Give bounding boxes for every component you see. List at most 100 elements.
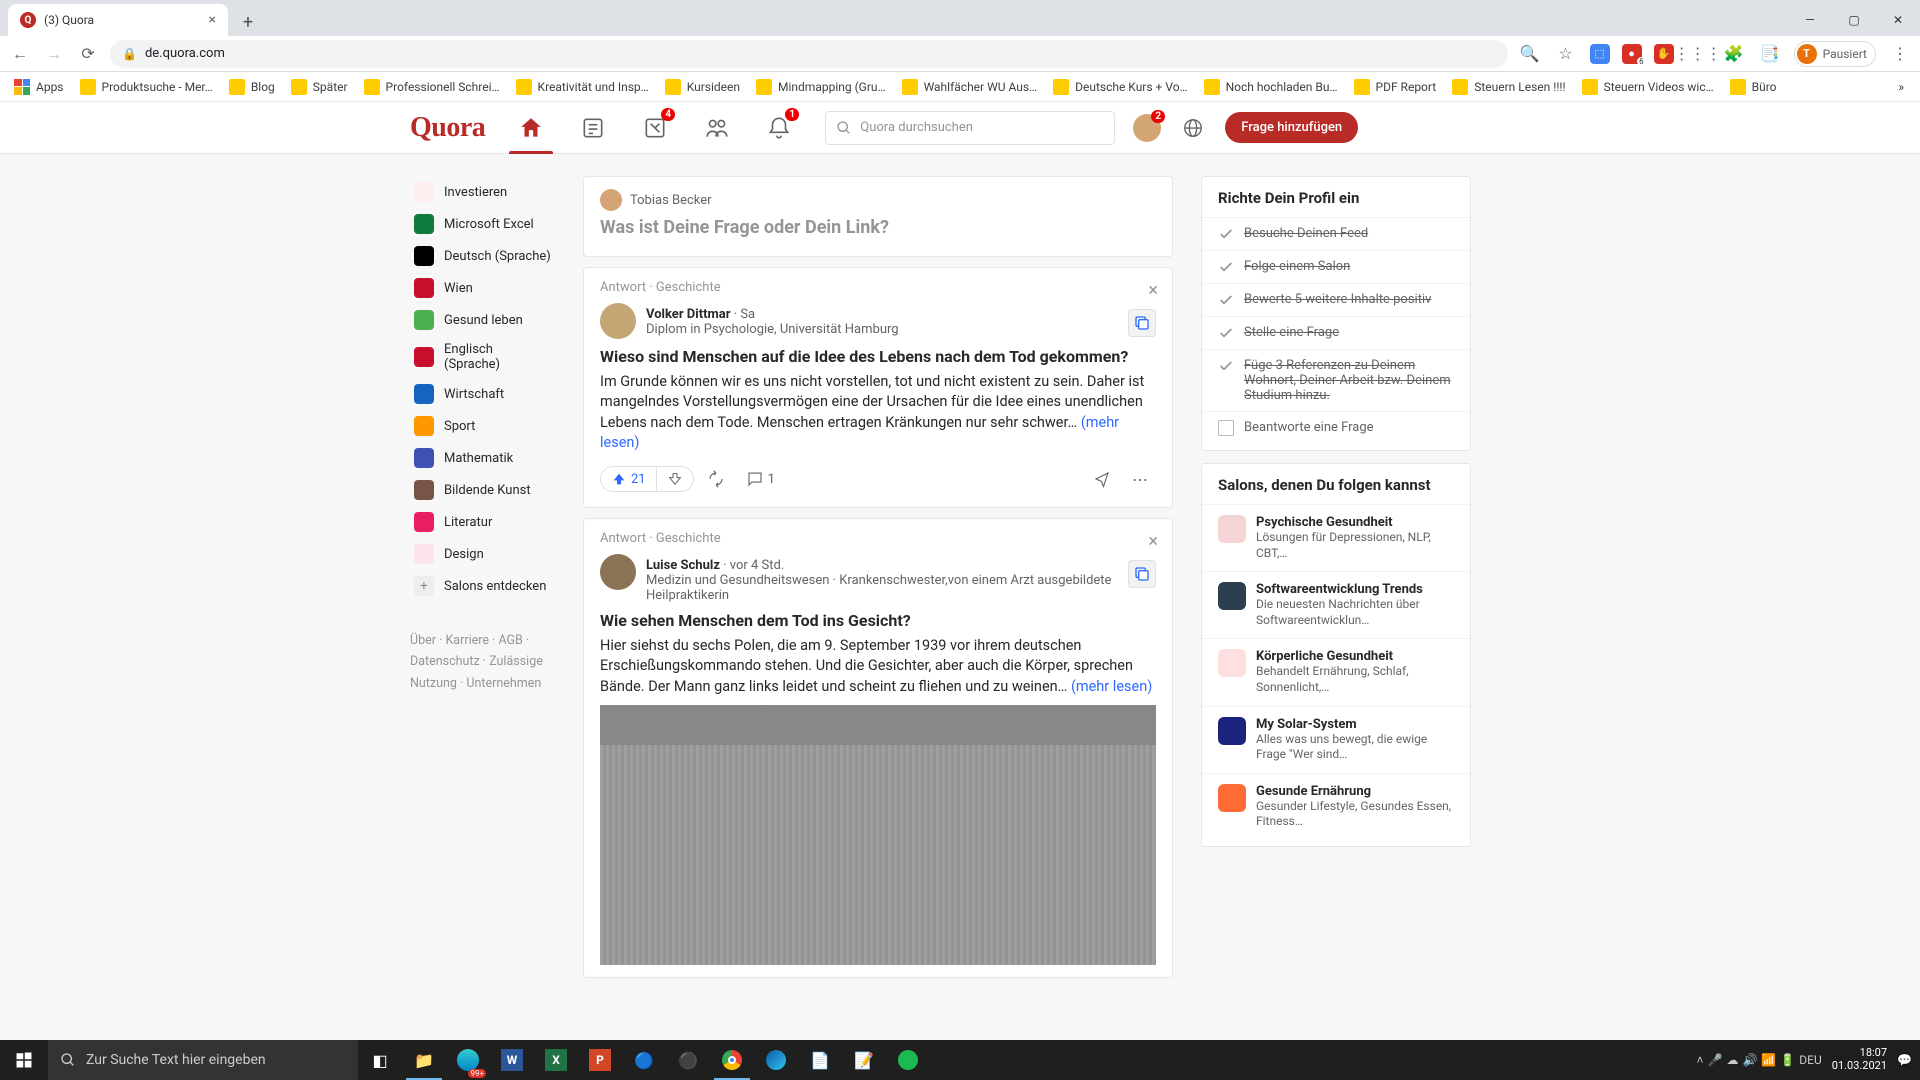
discover-spaces[interactable]: + Salons entdecken — [410, 570, 555, 602]
url-input[interactable]: 🔒 de.quora.com — [110, 40, 1508, 68]
menu-icon[interactable]: ⋮ — [1888, 42, 1912, 66]
space-item[interactable]: Gesunde ErnährungGesunder Lifestyle, Ges… — [1202, 773, 1470, 840]
apps-bookmark[interactable]: Apps — [8, 75, 70, 99]
bookmark-item[interactable]: Blog — [223, 75, 281, 99]
post-meta[interactable]: Antwort · Geschichte — [600, 531, 1156, 546]
translate-icon[interactable] — [1128, 309, 1156, 337]
nav-following[interactable] — [565, 104, 621, 152]
downvote-button[interactable] — [657, 467, 693, 491]
topic-item[interactable]: Wirtschaft — [410, 378, 555, 410]
forward-button[interactable]: → — [42, 42, 66, 66]
topic-item[interactable]: Sport — [410, 410, 555, 442]
user-avatar[interactable]: 2 — [1133, 114, 1161, 142]
author-name[interactable]: Luise Schulz — [646, 558, 720, 573]
topic-item[interactable]: Bildende Kunst — [410, 474, 555, 506]
tab-close-icon[interactable]: × — [209, 12, 216, 28]
more-options-icon[interactable]: ⋯ — [1124, 463, 1156, 495]
post-title[interactable]: Wieso sind Menschen auf die Idee des Leb… — [600, 347, 1156, 366]
explorer-icon[interactable]: 📁 — [402, 1040, 446, 1080]
bookmark-item[interactable]: Professionell Schrei… — [358, 75, 506, 99]
post-meta[interactable]: Antwort · Geschichte — [600, 280, 1156, 295]
checklist-item[interactable]: Beantworte eine Frage — [1202, 411, 1470, 444]
bookmark-item[interactable]: Produktsuche - Mer… — [74, 75, 219, 99]
close-window-button[interactable]: ✕ — [1876, 4, 1920, 36]
topic-item[interactable]: Literatur — [410, 506, 555, 538]
upvote-button[interactable]: 21 — [601, 467, 657, 491]
space-item[interactable]: My Solar-SystemAlles was uns bewegt, die… — [1202, 706, 1470, 773]
bookmark-item[interactable]: Steuern Videos wic… — [1576, 75, 1720, 99]
reading-list-icon[interactable]: 📑 — [1758, 42, 1782, 66]
zoom-icon[interactable]: 🔍 — [1518, 42, 1542, 66]
edge-new-icon[interactable] — [754, 1040, 798, 1080]
nav-notifications[interactable]: 1 — [751, 104, 807, 152]
notifications-icon[interactable]: 💬 — [1897, 1053, 1912, 1067]
space-item[interactable]: Psychische GesundheitLösungen für Depres… — [1202, 504, 1470, 571]
tray-language[interactable]: DEU — [1799, 1053, 1821, 1067]
excel-icon[interactable]: X — [534, 1040, 578, 1080]
translate-icon[interactable] — [1128, 560, 1156, 588]
bookmark-item[interactable]: Steuern Lesen !!!! — [1446, 75, 1571, 99]
ask-question-button[interactable]: Frage hinzufügen — [1225, 112, 1358, 143]
topic-item[interactable]: Investieren — [410, 176, 555, 208]
ask-question-card[interactable]: Tobias Becker Was ist Deine Frage oder D… — [583, 176, 1173, 257]
back-button[interactable]: ← — [8, 42, 32, 66]
reshare-button[interactable] — [700, 463, 732, 495]
app-icon[interactable]: 📄 — [798, 1040, 842, 1080]
bookmark-item[interactable]: Kreativität und Insp… — [510, 75, 655, 99]
dismiss-post-icon[interactable]: × — [1148, 280, 1158, 301]
footer-links[interactable]: Über · Karriere · AGB · Datenschutz · Zu… — [410, 630, 555, 694]
topic-item[interactable]: Deutsch (Sprache) — [410, 240, 555, 272]
taskbar-search[interactable]: Zur Suche Text hier eingeben — [48, 1040, 358, 1080]
app-icon[interactable]: 🔵 — [622, 1040, 666, 1080]
author-name[interactable]: Volker Dittmar — [646, 307, 730, 322]
checklist-item[interactable]: Besuche Deinen Feed — [1202, 217, 1470, 250]
topic-item[interactable]: Microsoft Excel — [410, 208, 555, 240]
reload-button[interactable]: ⟳ — [76, 42, 100, 66]
comment-button[interactable]: 1 — [738, 470, 783, 488]
tray-mic-icon[interactable]: 🎤 — [1707, 1053, 1722, 1067]
bookmark-star-icon[interactable]: ☆ — [1554, 42, 1578, 66]
profile-button[interactable]: T Pausiert — [1794, 41, 1876, 67]
quora-logo[interactable]: Quora — [410, 112, 485, 144]
start-button[interactable] — [0, 1040, 48, 1080]
nav-answer[interactable]: 4 — [627, 104, 683, 152]
search-input[interactable]: Quora durchsuchen — [825, 111, 1115, 145]
language-icon[interactable] — [1179, 114, 1207, 142]
space-item[interactable]: Softwareentwicklung TrendsDie neuesten N… — [1202, 571, 1470, 638]
extension-icon[interactable]: ⬚ — [1590, 44, 1610, 64]
topic-item[interactable]: Design — [410, 538, 555, 570]
topic-item[interactable]: Gesund leben — [410, 304, 555, 336]
new-tab-button[interactable]: + — [234, 8, 262, 36]
extension-icon[interactable]: ●6 — [1622, 44, 1642, 64]
bookmark-item[interactable]: PDF Report — [1348, 75, 1443, 99]
author-avatar[interactable] — [600, 303, 636, 339]
minimize-button[interactable]: — — [1788, 4, 1832, 36]
apps-icon[interactable]: ⋮⋮⋮ — [1686, 42, 1710, 66]
task-view-icon[interactable]: ◧ — [358, 1040, 402, 1080]
bookmark-item[interactable]: Deutsche Kurs + Vo… — [1047, 75, 1193, 99]
bookmarks-overflow-icon[interactable]: » — [1890, 80, 1912, 94]
post-title[interactable]: Wie sehen Menschen dem Tod ins Gesicht? — [600, 611, 1156, 630]
post-image[interactable] — [600, 705, 1156, 965]
bookmark-item[interactable]: Später — [285, 75, 354, 99]
checklist-item[interactable]: Stelle eine Frage — [1202, 316, 1470, 349]
bookmark-item[interactable]: Wahlfächer WU Aus… — [896, 75, 1044, 99]
bookmark-item[interactable]: Mindmapping (Gru… — [750, 75, 892, 99]
tray-volume-icon[interactable]: 🔊 — [1742, 1053, 1757, 1067]
read-more-link[interactable]: (mehr lesen) — [1067, 678, 1152, 695]
chrome-icon[interactable] — [710, 1040, 754, 1080]
nav-spaces[interactable] — [689, 104, 745, 152]
tray-battery-icon[interactable]: 🔋 — [1780, 1053, 1795, 1067]
tray-expand-icon[interactable]: ˄ — [1696, 1053, 1703, 1067]
browser-tab[interactable]: Q (3) Quora × — [8, 4, 228, 36]
checklist-item[interactable]: Folge einem Salon — [1202, 250, 1470, 283]
taskbar-clock[interactable]: 18:07 01.03.2021 — [1826, 1047, 1893, 1072]
bookmark-item[interactable]: Büro — [1724, 75, 1783, 99]
word-icon[interactable]: W — [490, 1040, 534, 1080]
tray-wifi-icon[interactable]: 📶 — [1761, 1053, 1776, 1067]
author-avatar[interactable] — [600, 554, 636, 590]
nav-home[interactable] — [503, 104, 559, 152]
spotify-icon[interactable] — [886, 1040, 930, 1080]
dismiss-post-icon[interactable]: × — [1148, 531, 1158, 552]
checklist-item[interactable]: Bewerte 5 weitere Inhalte positiv — [1202, 283, 1470, 316]
